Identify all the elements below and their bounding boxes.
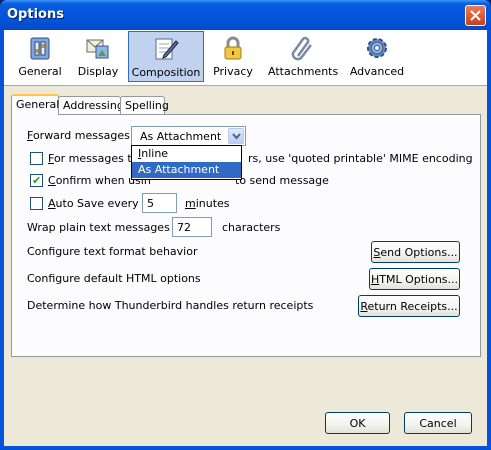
forward-dropdown-list: Inline As Attachment [131, 145, 242, 180]
toolbar-privacy[interactable]: Privacy [210, 31, 256, 82]
cancel-button[interactable]: Cancel [404, 412, 472, 434]
dropdown-arrow[interactable] [228, 128, 244, 144]
quoted-printable-checkbox[interactable] [30, 152, 43, 165]
display-icon [86, 39, 109, 59]
autosave-minutes-input[interactable]: 5 [142, 193, 177, 213]
title-bar[interactable]: Options [0, 0, 491, 30]
wrap-width-input[interactable]: 72 [172, 217, 212, 237]
html-options-label: Configure default HTML options [27, 272, 201, 285]
toolbar-attachments-label: Attachments [268, 65, 339, 78]
text-format-label: Configure text format behavior [27, 245, 198, 258]
toolbar-display[interactable]: Display [74, 31, 122, 82]
category-toolbar: General Display Composition Privacy Atta… [4, 30, 487, 86]
general-panel: Forward messages: As Attachment Inline A… [11, 114, 481, 357]
toolbar-general-label: General [18, 65, 62, 78]
toolbar-advanced-label: Advanced [349, 65, 405, 78]
composition-icon [155, 38, 179, 60]
general-icon [30, 37, 50, 60]
confirm-shortcut-checkbox[interactable]: ✔ [30, 174, 43, 187]
quoted-printable-label-tail: rs, use 'quoted printable' MIME encoding [248, 152, 473, 165]
window-title: Options [7, 7, 64, 22]
forward-select-value: As Attachment [140, 130, 222, 143]
html-options-button[interactable]: HTML Options... [369, 268, 460, 290]
paperclip-icon [291, 36, 312, 61]
tab-spelling[interactable]: Spelling [120, 96, 169, 114]
toolbar-attachments[interactable]: Attachments [268, 31, 339, 82]
toolbar-display-label: Display [77, 65, 119, 78]
gear-icon [367, 38, 387, 58]
dropdown-option-inline[interactable]: Inline [132, 146, 241, 162]
tab-general[interactable]: General [11, 94, 59, 115]
toolbar-privacy-label: Privacy [213, 65, 253, 78]
toolbar-composition[interactable]: Composition [128, 31, 204, 82]
return-receipts-label: Determine how Thunderbird handles return… [27, 299, 314, 312]
wrap-label: Wrap plain text messages at [27, 221, 185, 234]
close-button[interactable] [465, 5, 486, 26]
wrap-unit-label: characters [222, 221, 281, 234]
forward-messages-label: Forward messages: [27, 129, 134, 142]
autosave-label: Auto Save every [48, 197, 139, 210]
checkmark-icon: ✔ [32, 174, 42, 187]
confirm-shortcut-label-tail: to send message [235, 174, 329, 187]
toolbar-general[interactable]: General [16, 31, 64, 82]
toolbar-composition-label: Composition [131, 66, 201, 79]
return-receipts-button[interactable]: Return Receipts... [358, 295, 460, 317]
options-window: Options General Display Composition Priv… [0, 0, 491, 450]
close-icon [470, 10, 481, 21]
chevron-down-icon [232, 133, 241, 140]
autosave-checkbox[interactable] [30, 197, 43, 210]
lock-icon [224, 36, 242, 60]
dialog-client: General Display Composition Privacy Atta… [4, 30, 487, 446]
send-options-button[interactable]: Send Options... [371, 241, 460, 263]
autosave-unit-label: minutes [185, 197, 230, 210]
toolbar-advanced[interactable]: Advanced [348, 31, 406, 82]
dropdown-option-as-attachment[interactable]: As Attachment [132, 162, 241, 178]
ok-button[interactable]: OK [325, 412, 390, 434]
tab-addressing[interactable]: Addressing [58, 96, 124, 114]
forward-messages-select[interactable]: As Attachment [131, 126, 246, 146]
